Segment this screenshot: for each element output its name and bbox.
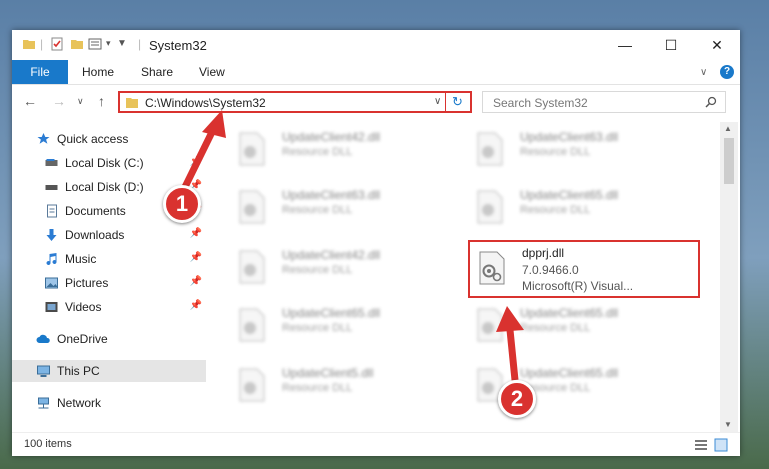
address-dropdown-icon[interactable]: ∨ [434, 96, 441, 107]
navigation-pane: Quick access Local Disk (C:) 📌 Local Dis… [12, 122, 206, 432]
callout-badge-1: 1 [163, 185, 201, 223]
file-item[interactable]: UpdateClient65.dll Resource DLL [230, 302, 460, 350]
address-divider [445, 93, 446, 111]
file-version: 7.0.9466.0 [522, 263, 579, 277]
sidebar-item-pictures[interactable]: Pictures 📌 [12, 272, 206, 294]
pin-icon[interactable]: 📌 [190, 276, 202, 287]
scroll-down-icon[interactable]: ▼ [724, 420, 732, 429]
ribbon-tabs: File Home Share View ∨ ? [12, 60, 740, 85]
file-item[interactable]: UpdateClient42.dll Resource DLL [230, 244, 460, 292]
vertical-scrollbar[interactable]: ▲ ▼ [720, 122, 738, 432]
file-list: UpdateClient42.dll Resource DLL UpdateCl… [220, 122, 720, 432]
sidebar-item-videos[interactable]: Videos 📌 [12, 296, 206, 318]
videos-icon [45, 302, 58, 312]
sidebar-item-local-disk-c[interactable]: Local Disk (C:) 📌 [12, 152, 206, 174]
scroll-up-icon[interactable]: ▲ [724, 124, 732, 133]
pictures-icon [45, 277, 58, 289]
target-file-dpprj-dll[interactable]: dpprj.dll 7.0.9466.0 Microsoft(R) Visual… [468, 240, 700, 298]
forward-button[interactable]: → [52, 93, 66, 109]
star-icon [37, 133, 50, 144]
back-button[interactable]: ← [23, 93, 37, 109]
folder-icon [126, 98, 138, 108]
address-path[interactable]: C:\Windows\System32 [145, 96, 266, 110]
file-item[interactable]: UpdateClient42.dll Resource DLL [230, 126, 460, 174]
dll-file-icon [479, 251, 505, 285]
sidebar-item-this-pc[interactable]: This PC [12, 360, 206, 382]
customize-icon[interactable] [88, 37, 102, 51]
tab-home[interactable]: Home [82, 60, 114, 84]
large-icons-view-icon[interactable] [714, 438, 728, 452]
quick-access-dropdown-icon[interactable]: ▼ [117, 38, 127, 49]
item-count: 100 items [24, 438, 72, 450]
pin-icon[interactable]: 📌 [190, 228, 202, 239]
file-name: dpprj.dll [522, 246, 565, 260]
music-icon [46, 253, 57, 266]
details-view-icon[interactable] [694, 438, 708, 452]
separator: | [138, 37, 142, 51]
sidebar-item-onedrive[interactable]: OneDrive [12, 328, 206, 350]
file-item[interactable]: UpdateClient5.dll Resource DLL [230, 362, 460, 410]
sidebar-item-music[interactable]: Music 📌 [12, 248, 206, 270]
downloads-icon [46, 229, 57, 241]
title-bar: | ▾ ▼ | System32 — ☐ ✕ [12, 30, 740, 60]
pin-icon[interactable]: 📌 [190, 156, 202, 167]
new-folder-icon[interactable] [70, 37, 84, 51]
explorer-window: | ▾ ▼ | System32 — ☐ ✕ File Home Share V… [12, 30, 740, 456]
search-icon [705, 96, 717, 108]
file-item[interactable]: UpdateClient63.dll Resource DLL [230, 184, 460, 232]
callout-badge-2: 2 [498, 380, 536, 418]
dll-file-icon [239, 368, 265, 402]
search-box[interactable]: Search System32 [482, 91, 726, 113]
search-input[interactable]: Search System32 [493, 96, 588, 110]
separator: | [40, 37, 44, 51]
file-description: Microsoft(R) Visual... [522, 279, 634, 293]
scrollbar-thumb[interactable] [724, 138, 734, 184]
file-item[interactable]: UpdateClient65.dll Resource DLL [468, 184, 698, 232]
sidebar-item-downloads[interactable]: Downloads 📌 [12, 224, 206, 246]
dll-file-icon [477, 190, 503, 224]
file-item[interactable]: UpdateClient65.dll Resource DLL [468, 302, 698, 350]
address-row: ← → ∨ ↑ C:\Windows\System32 ∨ ↻ Search S… [12, 85, 740, 119]
documents-icon [47, 204, 57, 218]
pin-icon[interactable]: 📌 [190, 252, 202, 263]
tab-share[interactable]: Share [141, 60, 173, 84]
dll-file-icon [239, 308, 265, 342]
folder-icon [23, 40, 35, 49]
file-item[interactable]: UpdateClient63.dll Resource DLL [468, 126, 698, 174]
sidebar-item-network[interactable]: Network [12, 392, 206, 414]
dll-file-icon [477, 132, 503, 166]
drive-icon [45, 159, 58, 166]
dll-file-icon [239, 190, 265, 224]
dll-file-icon [239, 132, 265, 166]
maximize-button[interactable]: ☐ [648, 30, 694, 60]
up-button[interactable]: ↑ [98, 93, 105, 109]
tab-file[interactable]: File [12, 60, 68, 84]
close-button[interactable]: ✕ [694, 30, 740, 60]
window-title: System32 [149, 38, 207, 53]
dll-file-icon [477, 308, 503, 342]
help-icon[interactable]: ? [720, 65, 734, 79]
recent-locations-button[interactable]: ∨ [77, 96, 84, 107]
computer-icon [37, 365, 50, 377]
address-bar[interactable]: C:\Windows\System32 ∨ ↻ [118, 91, 472, 113]
drive-icon [45, 185, 58, 190]
properties-icon[interactable] [50, 37, 64, 51]
tab-view[interactable]: View [199, 60, 225, 84]
ribbon-collapse-icon[interactable]: ∨ [700, 60, 707, 84]
dll-file-icon [239, 250, 265, 284]
cloud-icon [36, 334, 50, 343]
sidebar-item-quick-access[interactable]: Quick access [12, 128, 206, 150]
chevron-down-icon[interactable]: ▾ [106, 38, 111, 49]
network-icon [38, 397, 49, 409]
status-bar: 100 items [12, 432, 740, 456]
pin-icon[interactable]: 📌 [190, 300, 202, 311]
minimize-button[interactable]: — [602, 30, 648, 60]
refresh-icon[interactable]: ↻ [452, 94, 463, 110]
